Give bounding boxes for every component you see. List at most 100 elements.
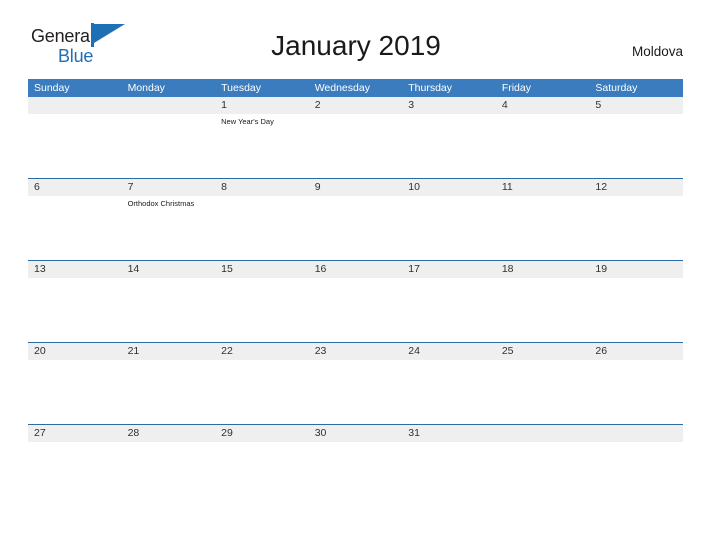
day-events	[402, 442, 496, 445]
calendar-day-cell[interactable]: 31	[402, 424, 496, 506]
day-number: 12	[589, 179, 683, 196]
day-number: 15	[215, 261, 309, 278]
weekday-header-saturday: Saturday	[589, 79, 683, 97]
weekday-header-row: Sunday Monday Tuesday Wednesday Thursday…	[28, 79, 683, 97]
day-number: 22	[215, 343, 309, 360]
day-cell: 5	[589, 97, 683, 178]
day-cell: 4	[495, 97, 590, 178]
weekday-header-friday: Friday	[495, 79, 590, 97]
day-number: 6	[28, 179, 122, 196]
day-cell: 20	[28, 343, 122, 424]
day-number	[121, 97, 216, 114]
day-number: 28	[121, 425, 216, 442]
day-number: 7	[121, 179, 216, 196]
calendar-day-cell[interactable]: 15	[215, 260, 309, 343]
day-cell: 24	[402, 343, 496, 424]
calendar-day-cell[interactable]: 16	[308, 260, 403, 343]
day-number: 10	[402, 179, 496, 196]
calendar-day-cell[interactable]: 23	[308, 342, 403, 425]
calendar-day-cell[interactable]: 24	[402, 342, 496, 425]
day-number: 2	[308, 97, 403, 114]
calendar-day-cell[interactable]	[589, 424, 683, 506]
day-cell: 11	[495, 179, 590, 260]
day-number: 19	[589, 261, 683, 278]
day-events	[309, 196, 403, 199]
day-cell: 19	[589, 261, 683, 342]
day-events	[496, 114, 590, 117]
day-events	[496, 360, 590, 363]
day-events	[402, 196, 496, 199]
calendar-table: Sunday Monday Tuesday Wednesday Thursday…	[28, 79, 683, 506]
weekday-header-thursday: Thursday	[402, 79, 496, 97]
calendar-day-cell[interactable]: 4	[495, 97, 590, 179]
day-number	[495, 425, 590, 442]
calendar-week-row: 20 21 22 23 24 25 26	[28, 342, 683, 425]
calendar-day-cell[interactable]: 10	[402, 178, 496, 261]
day-cell: 16	[308, 261, 403, 342]
day-cell: 27	[28, 425, 122, 506]
day-number: 31	[402, 425, 496, 442]
calendar-day-cell[interactable]: 22	[215, 342, 309, 425]
day-number: 3	[402, 97, 496, 114]
day-number: 26	[589, 343, 683, 360]
calendar-day-cell[interactable]: 27	[28, 424, 122, 506]
day-number: 27	[28, 425, 122, 442]
calendar-day-cell[interactable]: 19	[589, 260, 683, 343]
calendar-day-cell[interactable]: 5	[589, 97, 683, 179]
day-number: 9	[308, 179, 403, 196]
calendar-day-cell[interactable]: 20	[28, 342, 122, 425]
calendar-day-cell[interactable]: 29	[215, 424, 309, 506]
calendar-day-cell[interactable]: 12	[589, 178, 683, 261]
calendar-day-cell[interactable]: 28	[121, 424, 216, 506]
calendar-day-cell[interactable]: 3	[402, 97, 496, 179]
day-number: 5	[589, 97, 683, 114]
calendar-day-cell[interactable]: 17	[402, 260, 496, 343]
calendar-week-row: 13 14 15 16 17 18 19	[28, 260, 683, 343]
day-events	[215, 196, 309, 199]
holiday-event: Orthodox Christmas	[127, 199, 195, 208]
day-events	[589, 114, 683, 117]
day-cell-empty	[121, 97, 216, 178]
calendar-day-cell[interactable]: 7 Orthodox Christmas	[121, 178, 216, 261]
calendar-page: General Blue January 2019 Moldova Sunday…	[0, 0, 712, 550]
day-cell: 7 Orthodox Christmas	[121, 179, 216, 260]
day-number: 13	[28, 261, 122, 278]
day-events	[309, 278, 403, 281]
day-events	[28, 442, 122, 445]
calendar-day-cell[interactable]: 6	[28, 178, 122, 261]
day-events	[122, 114, 216, 117]
day-cell: 12	[589, 179, 683, 260]
day-cell: 10	[402, 179, 496, 260]
calendar-day-cell[interactable]	[28, 97, 122, 179]
calendar-day-cell[interactable]: 13	[28, 260, 122, 343]
calendar-day-cell[interactable]: 25	[495, 342, 590, 425]
calendar-day-cell[interactable]	[495, 424, 590, 506]
calendar-day-cell[interactable]: 14	[121, 260, 216, 343]
day-cell-empty	[495, 425, 590, 506]
calendar-day-cell[interactable]: 2	[308, 97, 403, 179]
day-events	[402, 114, 496, 117]
calendar-day-cell[interactable]: 30	[308, 424, 403, 506]
calendar-day-cell[interactable]: 9	[308, 178, 403, 261]
day-events	[122, 278, 216, 281]
day-number: 4	[495, 97, 590, 114]
day-events	[402, 278, 496, 281]
day-number: 29	[215, 425, 309, 442]
day-number: 8	[215, 179, 309, 196]
day-cell: 13	[28, 261, 122, 342]
day-events	[309, 360, 403, 363]
calendar-day-cell[interactable]: 11	[495, 178, 590, 261]
day-events	[589, 196, 683, 199]
calendar-day-cell[interactable]	[121, 97, 216, 179]
calendar-day-cell[interactable]: 1 New Year's Day	[215, 97, 309, 179]
calendar-day-cell[interactable]: 18	[495, 260, 590, 343]
day-events	[215, 442, 309, 445]
calendar-day-cell[interactable]: 21	[121, 342, 216, 425]
day-number: 16	[308, 261, 403, 278]
calendar-day-cell[interactable]: 26	[589, 342, 683, 425]
day-events	[402, 360, 496, 363]
day-events	[309, 114, 403, 117]
day-cell: 23	[308, 343, 403, 424]
day-cell: 3	[402, 97, 496, 178]
calendar-day-cell[interactable]: 8	[215, 178, 309, 261]
